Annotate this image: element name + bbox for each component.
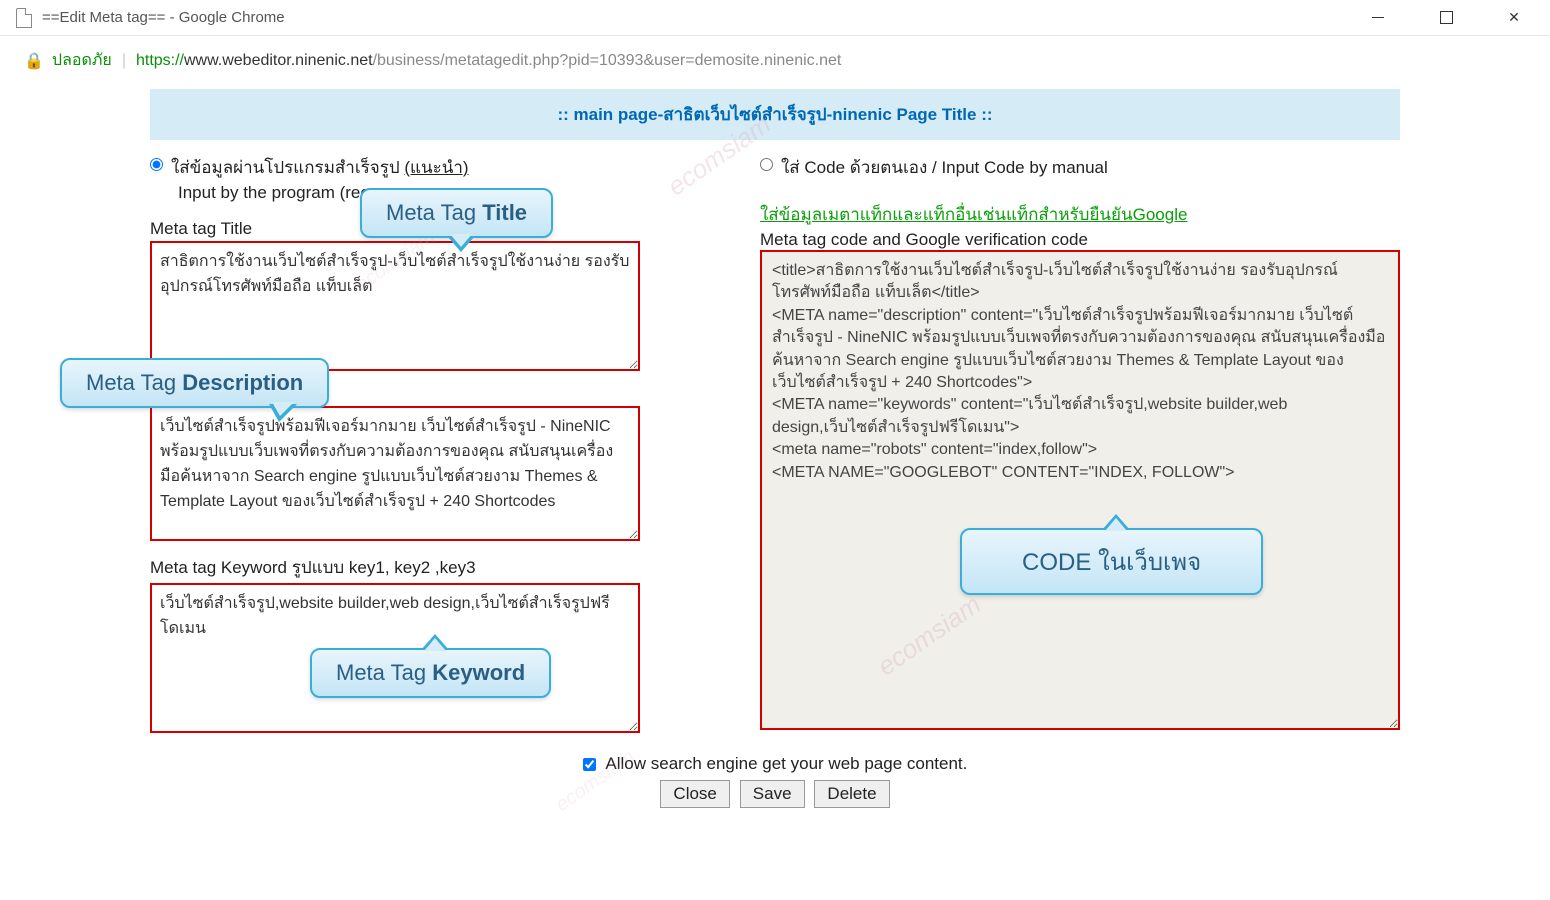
url-https: https://: [136, 52, 184, 69]
delete-button[interactable]: Delete: [814, 780, 889, 808]
meta-code-input[interactable]: [760, 250, 1400, 730]
address-bar: 🔒 ปลอดภัย | https://www.webeditor.nineni…: [0, 36, 1550, 89]
page-title: :: main page-สาธิตเว็บไซต์สำเร็จรูป-nine…: [150, 89, 1400, 140]
meta-keyword-label: Meta tag Keyword รูปแบบ key1, key2 ,key3: [150, 554, 720, 581]
right-column: ใส่ Code ด้วยตนเอง / Input Code by manua…: [760, 154, 1400, 736]
meta-title-input[interactable]: [150, 241, 640, 371]
save-button[interactable]: Save: [740, 780, 805, 808]
maximize-button[interactable]: [1426, 4, 1466, 32]
footer: Allow search engine get your web page co…: [150, 754, 1400, 808]
input-by-program-radio[interactable]: [150, 158, 163, 171]
callout-code: CODE ในเว็บเพจ: [960, 528, 1263, 595]
meta-description-input[interactable]: [150, 406, 640, 541]
minimize-button[interactable]: [1358, 4, 1398, 32]
url[interactable]: https://www.webeditor.ninenic.net/busine…: [136, 52, 841, 70]
input-by-manual-label: ใส่ Code ด้วยตนเอง / Input Code by manua…: [781, 154, 1108, 181]
address-divider: |: [122, 52, 126, 70]
close-window-button[interactable]: [1494, 4, 1534, 32]
url-path: /business/metatagedit.php?pid=10393&user…: [373, 52, 842, 69]
titlebar: ==Edit Meta tag== - Google Chrome: [0, 0, 1550, 36]
meta-code-label: Meta tag code and Google verification co…: [760, 230, 1400, 250]
window-controls: [1358, 4, 1542, 32]
callout-meta-title: Meta Tag Title: [360, 188, 553, 238]
allow-search-engine-checkbox[interactable]: [583, 758, 596, 771]
input-by-manual-radio[interactable]: [760, 158, 773, 171]
window-title: ==Edit Meta tag== - Google Chrome: [42, 9, 1358, 26]
document-icon: [16, 8, 32, 28]
url-host: www.webeditor.ninenic.net: [184, 52, 373, 69]
input-by-program-label: ใส่ข้อมูลผ่านโปรแกรมสำเร็จรูป (แนะนำ): [171, 154, 469, 181]
google-verify-hint: ใส่ข้อมูลเมตาแท็กและแท็กอื่นเช่นแท็กสำหร…: [760, 201, 1400, 228]
lock-icon: 🔒: [24, 51, 44, 71]
callout-meta-keyword: Meta Tag Keyword: [310, 648, 551, 698]
allow-search-engine-label: Allow search engine get your web page co…: [583, 754, 968, 773]
callout-meta-description: Meta Tag Description: [60, 358, 329, 408]
close-button[interactable]: Close: [660, 780, 729, 808]
secure-label: ปลอดภัย: [52, 48, 112, 73]
